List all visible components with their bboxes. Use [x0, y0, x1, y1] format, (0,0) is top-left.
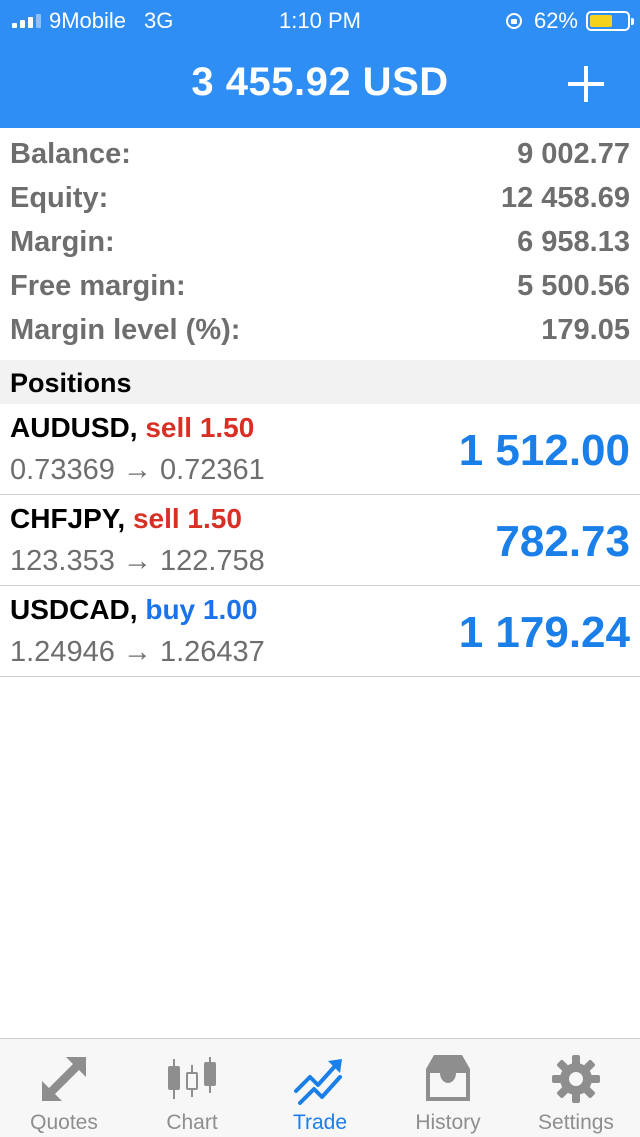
position-profit: 1 512.00: [458, 426, 630, 475]
position-profit: 1 179.24: [458, 608, 630, 657]
position-type: buy 1.00: [145, 594, 258, 625]
position-type: sell 1.50: [132, 503, 242, 534]
battery-icon: [586, 11, 634, 31]
summary-value: 12 458.69: [500, 181, 630, 214]
tab-bar: Quotes Chart Trade History Settings: [0, 1038, 640, 1137]
position-type: sell 1.50: [145, 412, 255, 443]
position-prices: 1.24946 → 1.26437: [10, 636, 265, 668]
account-header: 9Mobile 3G 1:10 PM 62% 3 455.92 USD: [0, 0, 640, 128]
summary-label: Free margin:: [10, 269, 186, 302]
tab-label: Trade: [292, 1111, 348, 1134]
tab-trade[interactable]: Trade: [256, 1039, 384, 1137]
tab-label: Quotes: [30, 1111, 98, 1134]
trade-icon: [294, 1059, 342, 1105]
position-symbol: CHFJPY,: [10, 503, 126, 534]
tab-label: History: [415, 1111, 481, 1134]
positions-section-header: Positions: [0, 360, 640, 404]
account-profit-title: 3 455.92 USD: [191, 60, 449, 104]
position-profit: 782.73: [495, 517, 630, 566]
position-row-usdcad[interactable]: USDCAD, buy 1.00 1.24946 → 1.26437 1 179…: [0, 586, 640, 677]
position-symbol: AUDUSD,: [10, 412, 138, 443]
summary-value: 9 002.77: [517, 137, 630, 170]
tab-quotes[interactable]: Quotes: [0, 1039, 128, 1137]
position-prices: 123.353 → 122.758: [10, 545, 265, 577]
summary-row-equity: Equity: 12 458.69: [0, 176, 640, 220]
summary-value: 6 958.13: [517, 225, 630, 258]
status-bar: 9Mobile 3G 1:10 PM 62%: [0, 0, 640, 40]
summary-row-margin-level: Margin level (%): 179.05: [0, 308, 640, 352]
new-order-button[interactable]: [568, 66, 604, 102]
summary-value: 179.05: [541, 313, 630, 346]
tab-label: Chart: [166, 1111, 218, 1134]
position-row-chfjpy[interactable]: CHFJPY, sell 1.50 123.353 → 122.758 782.…: [0, 495, 640, 586]
battery-percent: 62%: [533, 8, 578, 33]
chart-icon: [168, 1057, 216, 1099]
tab-settings[interactable]: Settings: [512, 1039, 640, 1137]
position-prices: 0.73369 → 0.72361: [10, 454, 265, 486]
settings-icon: [552, 1055, 600, 1103]
positions-list: AUDUSD, sell 1.50 0.73369 → 0.72361 1 51…: [0, 404, 640, 677]
history-icon: [426, 1055, 470, 1101]
tab-chart[interactable]: Chart: [128, 1039, 256, 1137]
rotation-lock-icon: [505, 13, 522, 29]
summary-label: Margin:: [10, 225, 115, 258]
tab-label: Settings: [538, 1111, 614, 1134]
summary-row-free-margin: Free margin: 5 500.56: [0, 264, 640, 308]
position-row-audusd[interactable]: AUDUSD, sell 1.50 0.73369 → 0.72361 1 51…: [0, 404, 640, 495]
quotes-icon: [42, 1057, 86, 1101]
summary-row-margin: Margin: 6 958.13: [0, 220, 640, 264]
summary-value: 5 500.56: [517, 269, 630, 302]
summary-label: Balance:: [10, 137, 131, 170]
position-symbol: USDCAD,: [10, 594, 138, 625]
tab-history[interactable]: History: [384, 1039, 512, 1137]
summary-label: Margin level (%):: [10, 313, 241, 346]
summary-row-balance: Balance: 9 002.77: [0, 132, 640, 176]
account-summary: Balance: 9 002.77 Equity: 12 458.69 Marg…: [0, 132, 640, 352]
summary-label: Equity:: [10, 181, 109, 214]
